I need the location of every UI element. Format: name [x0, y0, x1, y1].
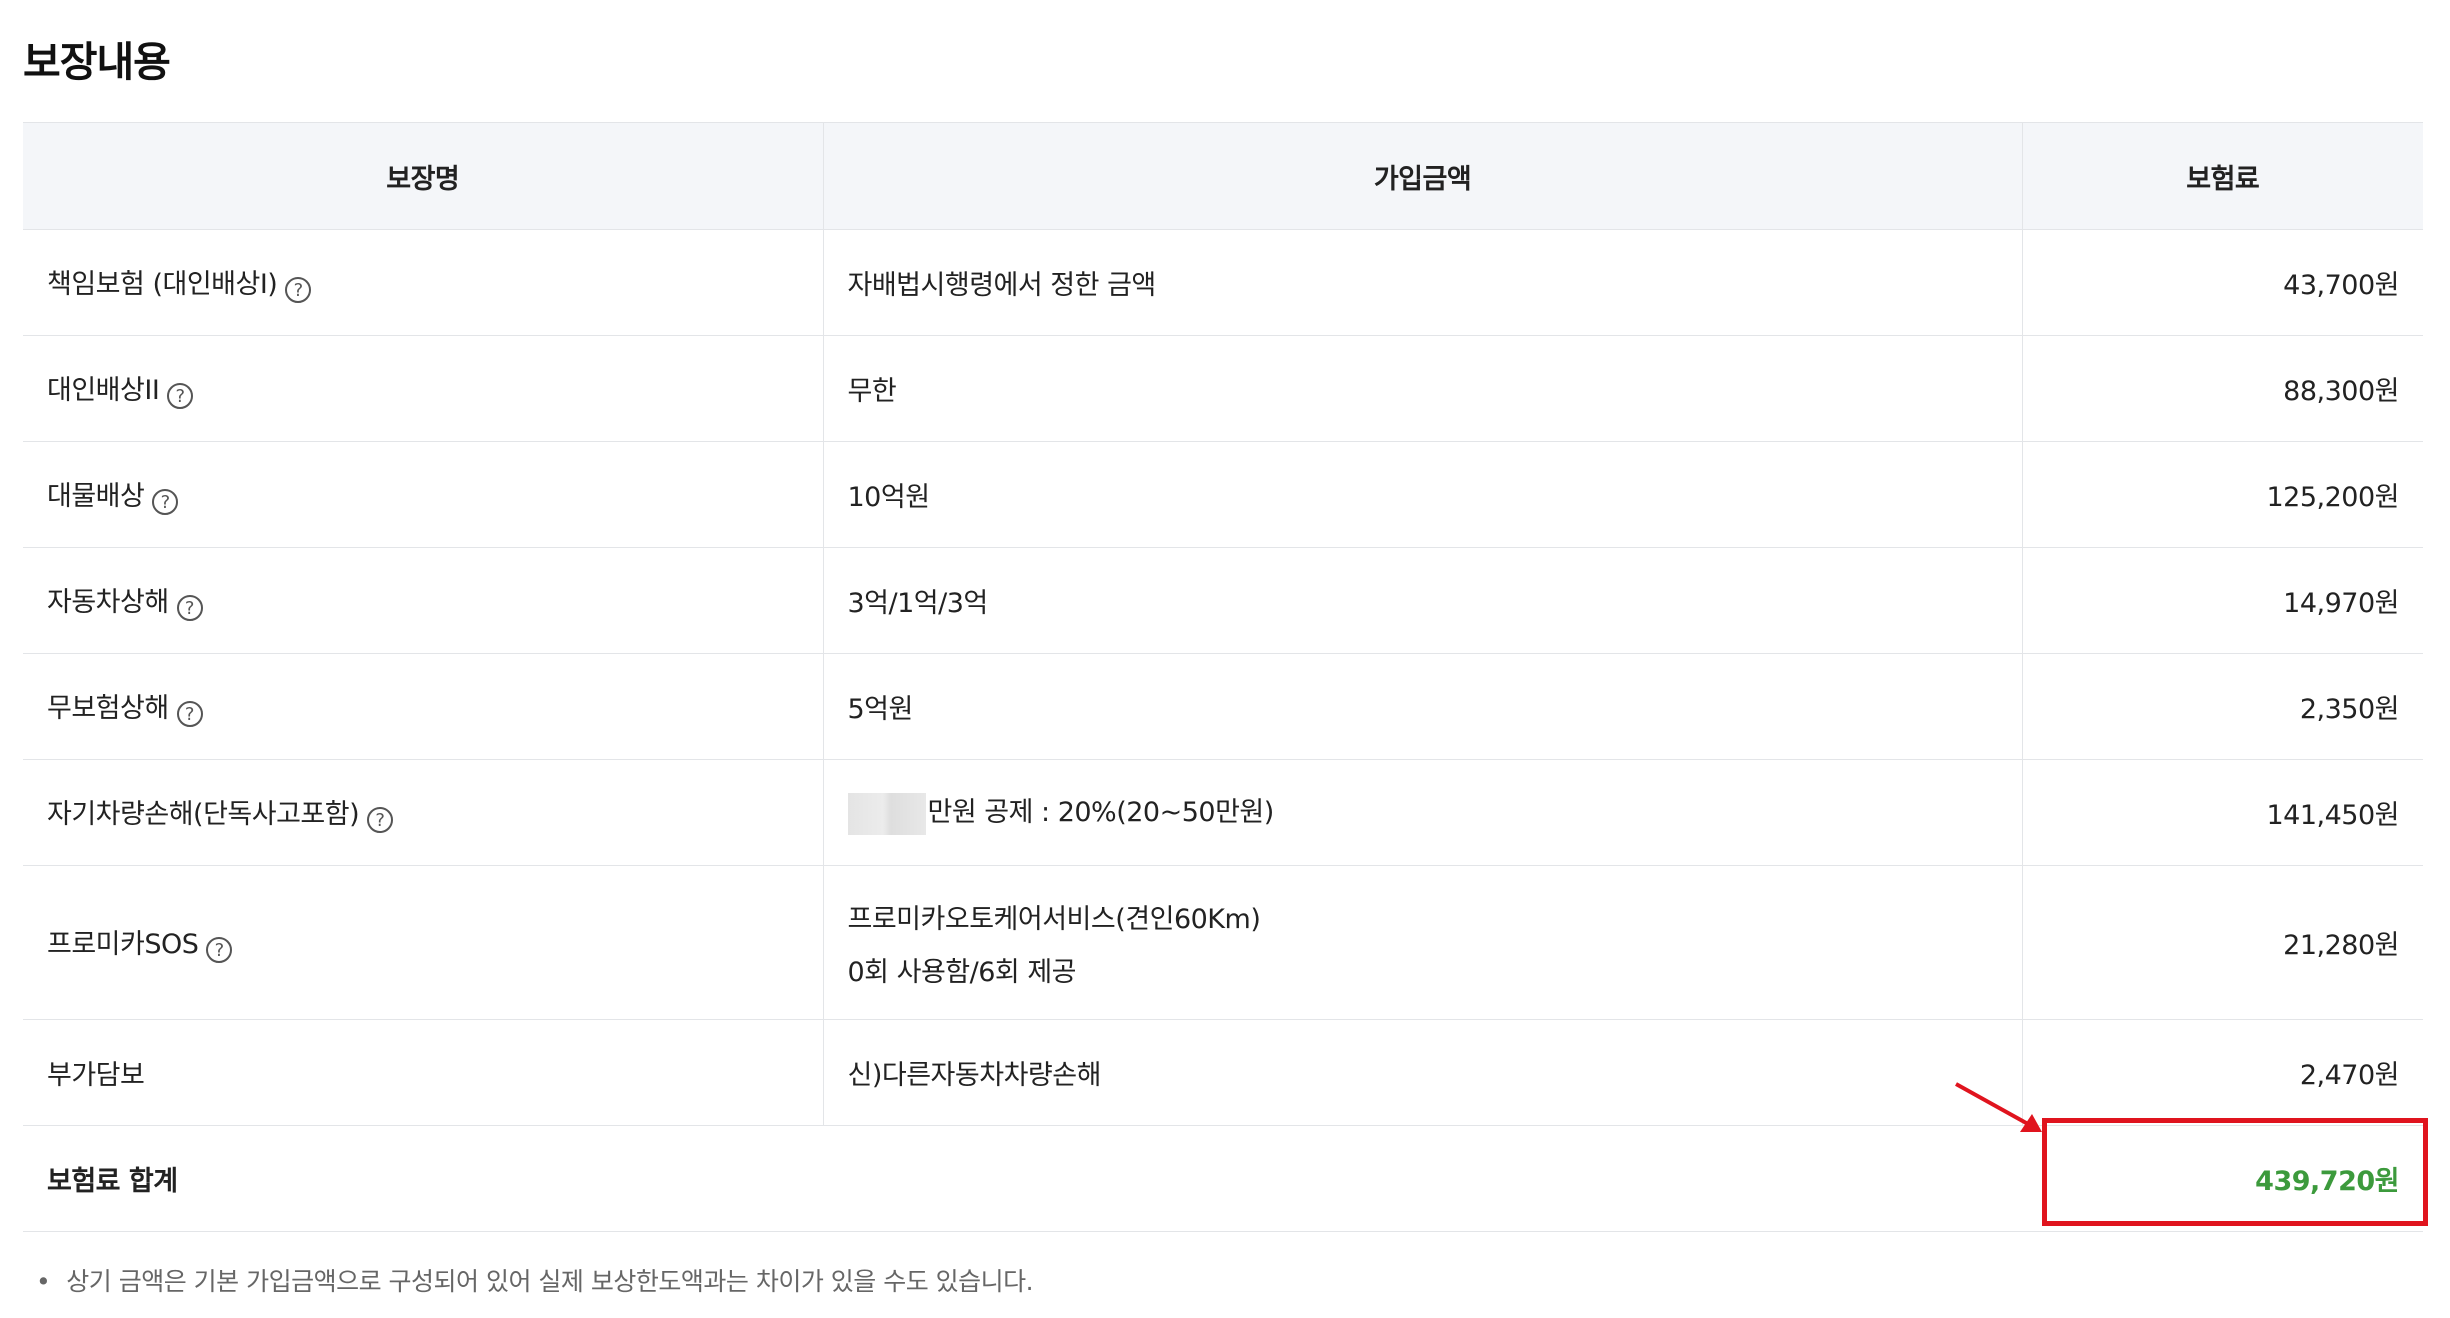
coverage-premium: 88,300원 — [2021, 335, 2423, 442]
coverage-table: 보장명 가입금액 보험료 책임보험 (대인배상I)? 자배법시행령에서 정한 금… — [23, 122, 2423, 1232]
coverage-name-cell: 부가담보 — [23, 1019, 823, 1126]
table-row: 자기차량손해(단독사고포함)? 만원 공제 : 20%(20~50만원) 141… — [23, 759, 2423, 866]
coverage-name-cell: 무보험상해? — [23, 653, 823, 760]
coverage-name-cell: 자기차량손해(단독사고포함)? — [23, 759, 823, 866]
coverage-name: 자기차량손해(단독사고포함) — [47, 799, 360, 830]
question-circle-icon[interactable]: ? — [167, 383, 194, 409]
question-circle-icon[interactable]: ? — [206, 937, 233, 963]
table-row: 부가담보 신)다른자동차차량손해 2,470원 — [23, 1019, 2423, 1126]
coverage-amount-cell: 만원 공제 : 20%(20~50만원) — [822, 759, 2022, 866]
coverage-name: 자동차상해 — [47, 587, 169, 618]
header-premium: 보험료 — [2021, 122, 2423, 230]
coverage-amount-cell: 프로미카오토케어서비스(견인60Km) 0회 사용함/6회 제공 — [822, 865, 2022, 1020]
coverage-name-cell: 책임보험 (대인배상I)? — [23, 229, 823, 336]
table-row: 무보험상해? 5억원 2,350원 — [23, 653, 2423, 760]
footnote-text: 상기 금액은 기본 가입금액으로 구성되어 있어 실제 보상한도액과는 차이가 … — [66, 1267, 1034, 1296]
coverage-name: 프로미카SOS — [47, 929, 199, 960]
header-coverage-name: 보장명 — [23, 122, 823, 230]
coverage-page: 보장내용 보장명 가입금액 보험료 책임보험 (대인배상I)? 자배법시행령에서… — [0, 0, 2450, 1318]
coverage-amount: 만원 공제 : 20%(20~50만원) — [927, 797, 1275, 829]
coverage-amount: 10억원 — [822, 441, 2022, 548]
coverage-name: 부가담보 — [47, 1060, 145, 1091]
section-title: 보장내용 — [23, 38, 171, 86]
table-row: 대인배상II? 무한 88,300원 — [23, 335, 2423, 442]
footnote-bullet: • — [36, 1267, 51, 1296]
coverage-amount: 신)다른자동차차량손해 — [822, 1019, 2022, 1126]
coverage-amount: 프로미카오토케어서비스(견인60Km) — [847, 903, 1261, 935]
question-circle-icon[interactable]: ? — [367, 807, 394, 833]
question-circle-icon[interactable]: ? — [152, 489, 179, 515]
total-premium-value: 439,720원 — [2022, 1125, 2423, 1232]
coverage-name: 대인배상II — [47, 375, 160, 406]
total-row: 보험료 합계 439,720원 — [23, 1125, 2423, 1232]
coverage-name: 대물배상 — [47, 481, 145, 512]
coverage-premium: 125,200원 — [2021, 441, 2423, 548]
coverage-amount: 무한 — [822, 335, 2022, 442]
annotation-arrow-icon — [1955, 1082, 2042, 1132]
coverage-premium: 2,470원 — [2021, 1019, 2423, 1126]
coverage-premium: 43,700원 — [2021, 229, 2423, 336]
total-label: 보험료 합계 — [23, 1125, 2022, 1232]
question-circle-icon[interactable]: ? — [176, 701, 203, 727]
redacted-value — [847, 792, 926, 835]
header-subscription-amount: 가입금액 — [822, 122, 2022, 230]
coverage-amount: 3억/1억/3억 — [822, 547, 2022, 654]
coverage-premium: 2,350원 — [2021, 653, 2423, 760]
coverage-name: 무보험상해 — [47, 693, 169, 724]
coverage-premium: 21,280원 — [2021, 865, 2423, 1020]
table-row: 책임보험 (대인배상I)? 자배법시행령에서 정한 금액 43,700원 — [23, 229, 2423, 336]
coverage-name-cell: 프로미카SOS? — [23, 865, 823, 1020]
footnote: • 상기 금액은 기본 가입금액으로 구성되어 있어 실제 보상한도액과는 차이가… — [36, 1262, 1034, 1298]
coverage-name-cell: 대물배상? — [23, 441, 823, 548]
question-circle-icon[interactable]: ? — [285, 277, 312, 303]
table-row: 프로미카SOS? 프로미카오토케어서비스(견인60Km) 0회 사용함/6회 제공… — [23, 865, 2423, 1020]
coverage-name-cell: 대인배상II? — [23, 335, 823, 442]
coverage-name: 책임보험 (대인배상I) — [47, 269, 278, 300]
table-row: 자동차상해? 3억/1억/3억 14,970원 — [23, 547, 2423, 654]
table-row: 대물배상? 10억원 125,200원 — [23, 441, 2423, 548]
question-circle-icon[interactable]: ? — [176, 595, 203, 621]
coverage-amount-detail: 0회 사용함/6회 제공 — [847, 956, 1077, 988]
coverage-name-cell: 자동차상해? — [23, 547, 823, 654]
coverage-premium: 14,970원 — [2021, 547, 2423, 654]
coverage-amount: 5억원 — [822, 653, 2022, 760]
table-header-row: 보장명 가입금액 보험료 — [23, 122, 2423, 230]
coverage-amount: 자배법시행령에서 정한 금액 — [822, 229, 2022, 336]
coverage-premium: 141,450원 — [2021, 759, 2423, 866]
